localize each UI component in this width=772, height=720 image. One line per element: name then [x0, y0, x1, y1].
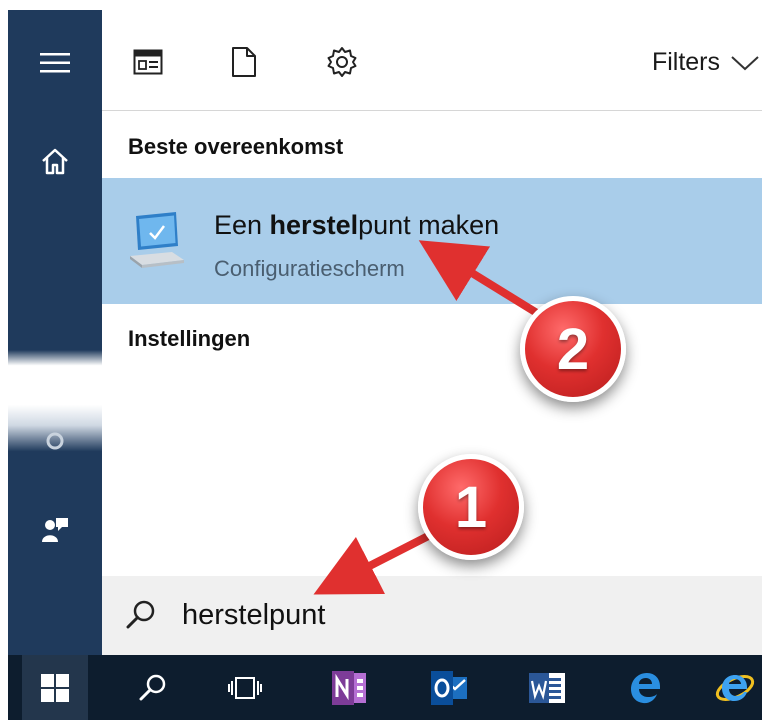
internet-explorer-icon — [715, 675, 755, 701]
word-button[interactable] — [518, 664, 576, 712]
onenote-button[interactable] — [320, 664, 378, 712]
system-computer-icon — [130, 212, 184, 268]
settings-heading: Instellingen — [128, 326, 251, 351]
step-1-badge: 1 — [418, 454, 524, 560]
result-title-match: herstel — [269, 210, 359, 240]
search-input[interactable] — [180, 598, 684, 633]
home-icon — [42, 148, 68, 175]
apps-icon — [133, 49, 163, 75]
result-item-restore-point[interactable]: Een herstelpunt maken Configuratiescherm — [102, 178, 762, 304]
task-view-button[interactable] — [216, 664, 274, 712]
feedback-icon — [42, 518, 68, 542]
settings-icon — [327, 47, 357, 77]
outlook-icon — [431, 671, 467, 705]
hamburger-icon — [40, 53, 70, 73]
chevron-down-icon — [731, 55, 759, 70]
edge-button[interactable] — [616, 664, 674, 712]
best-match-heading: Beste overeenkomst — [128, 134, 344, 159]
document-icon — [232, 47, 256, 77]
search-icon — [126, 600, 155, 629]
search-icon — [139, 674, 166, 701]
start-menu-rail — [8, 10, 102, 655]
onenote-icon — [332, 671, 366, 705]
settings-rail-button[interactable] — [8, 410, 102, 472]
result-title-suffix: punt maken — [358, 210, 500, 240]
search-box[interactable] — [102, 576, 762, 655]
documents-filter-button[interactable] — [226, 44, 262, 80]
edge-icon — [631, 673, 660, 704]
taskbar — [8, 655, 762, 720]
result-title-prefix: Een — [214, 210, 270, 240]
apps-filter-button[interactable] — [130, 44, 166, 80]
hamburger-menu-button[interactable] — [8, 32, 102, 94]
word-icon — [529, 673, 565, 703]
home-button[interactable] — [8, 130, 102, 192]
settings-filter-button[interactable] — [324, 44, 360, 80]
results-toolbar: Filters — [102, 10, 762, 111]
filters-dropdown[interactable]: Filters — [652, 48, 760, 77]
outlook-button[interactable] — [420, 664, 478, 712]
settings-icon — [46, 432, 64, 450]
feedback-button[interactable] — [8, 498, 102, 560]
internet-explorer-button[interactable] — [708, 664, 762, 712]
task-view-icon — [228, 677, 262, 699]
result-title: Een herstelpunt maken — [214, 210, 499, 241]
step-2-badge: 2 — [520, 296, 626, 402]
search-results-panel: Filters Beste overeenkomst Een herstelpu… — [102, 10, 762, 655]
start-button[interactable] — [22, 655, 88, 720]
result-subtitle: Configuratiescherm — [214, 256, 405, 281]
taskbar-search-button[interactable] — [124, 664, 182, 712]
filters-label: Filters — [651, 48, 720, 76]
windows-logo-icon — [41, 673, 69, 702]
